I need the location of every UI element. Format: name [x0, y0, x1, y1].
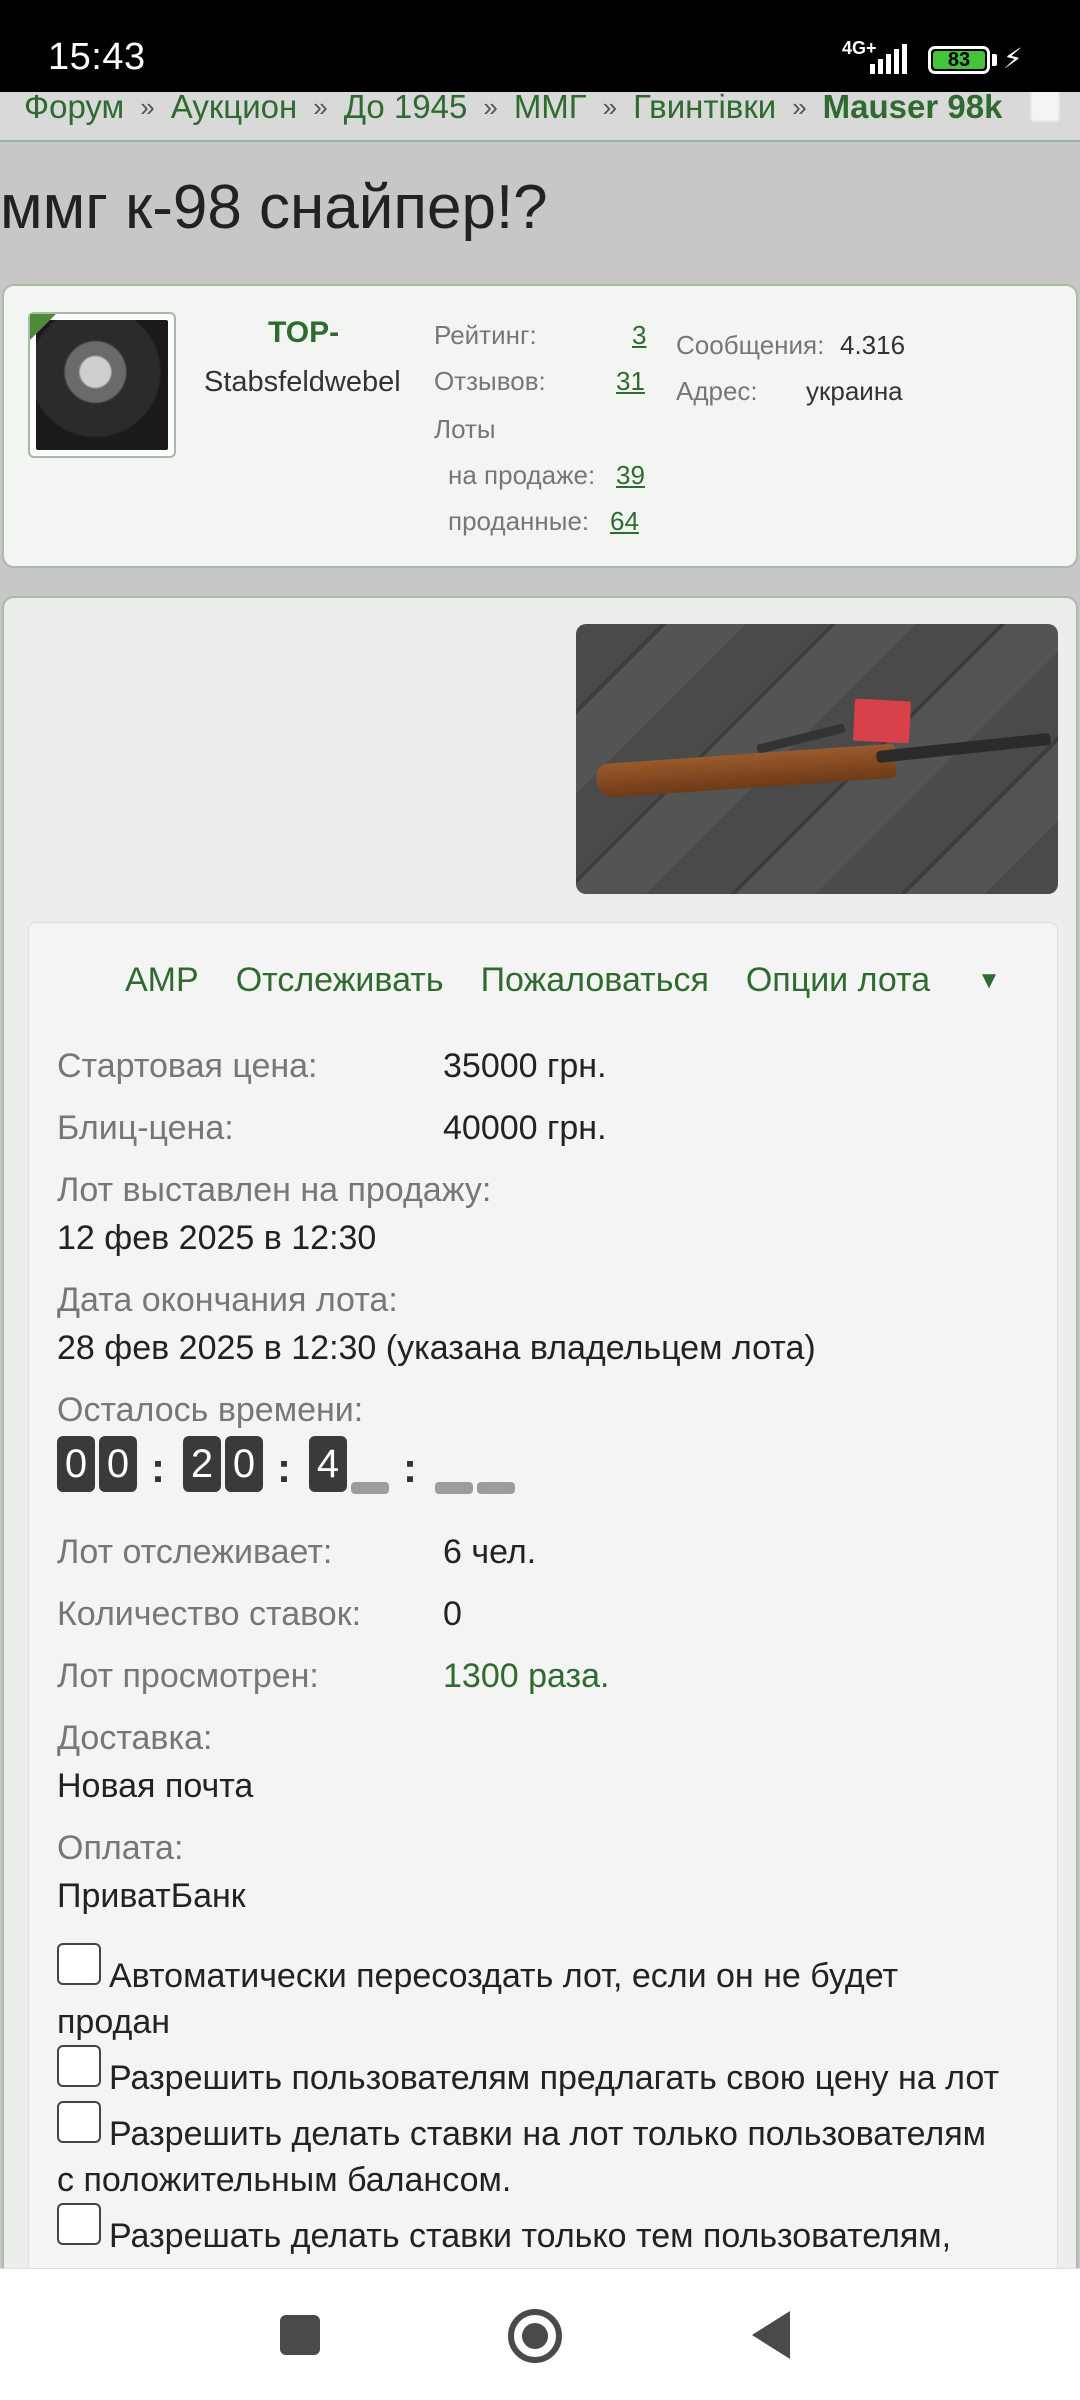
bids-label: Количество ставок: [57, 1595, 362, 1633]
views-value: 1300 раза. [443, 1657, 610, 1695]
breadcrumb-mmg[interactable]: ММГ [514, 92, 587, 126]
breadcrumb-forum[interactable]: Форум [24, 92, 124, 126]
battery-icon: 83 [928, 46, 990, 74]
breadcrumb: Форум » Аукцион » До 1945 » ММГ » Гвинті… [0, 92, 1080, 142]
blitz-price-value: 40000 грн. [443, 1109, 607, 1147]
clock: 15:43 [48, 36, 146, 78]
timer-digit-blank [477, 1482, 515, 1494]
messages-value: 4.316 [840, 330, 906, 360]
home-dot-icon [522, 2323, 548, 2349]
views-label: Лот просмотрен: [57, 1657, 319, 1695]
rating-value[interactable]: 3 [632, 320, 646, 351]
breadcrumb-separator: » [313, 92, 328, 122]
signal-icon [870, 44, 907, 74]
page-icon[interactable] [1030, 92, 1060, 122]
breadcrumb-separator: » [483, 92, 498, 122]
sold-label: проданные: [448, 506, 590, 536]
end-date-value: 28 фев 2025 в 12:30 (указана владельцем … [57, 1329, 816, 1367]
back-button[interactable] [752, 2311, 790, 2359]
reviews-label: Отзывов: [434, 366, 546, 396]
delivery-value: Новая почта [57, 1767, 254, 1805]
delivery-label: Доставка: [57, 1719, 213, 1757]
allow-offers-checkbox[interactable] [57, 2045, 101, 2087]
watchers-value: 6 чел. [443, 1533, 537, 1571]
end-date-label: Дата окончания лота: [57, 1281, 398, 1319]
allow-offers-label: Разрешить пользователям предлагать свою … [109, 2059, 1000, 2097]
lots-label: Лоты [434, 414, 496, 444]
positive-balance-label: Разрешить делать ставки на лот только по… [109, 2115, 987, 2153]
listed-label: Лот выставлен на продажу: [57, 1171, 492, 1209]
seller-username[interactable]: TOP- [268, 316, 339, 350]
lot-card: AMP Отслеживать Пожаловаться Опции лота ▼… [2, 596, 1078, 2400]
seller-rank: Stabsfeldwebel [204, 366, 401, 398]
lot-actions: AMP Отслеживать Пожаловаться Опции лота ▼ [125, 961, 1075, 1000]
timer-colon: : [277, 1444, 291, 1491]
lot-photo[interactable] [576, 624, 1058, 894]
breadcrumb-separator: » [602, 92, 618, 122]
messages-label: Сообщения: [676, 330, 825, 360]
restrict-bidders-label: Разрешать делать ставки только тем польз… [109, 2217, 952, 2255]
positive-balance-checkbox[interactable] [57, 2101, 101, 2143]
address-value: украина [806, 376, 903, 406]
breadcrumb-before-1945[interactable]: До 1945 [344, 92, 468, 126]
auto-relist-checkbox[interactable] [57, 1943, 101, 1985]
rating-label: Рейтинг: [434, 320, 537, 350]
auto-relist-label-cont: продан [57, 2003, 171, 2041]
on-sale-label: на продаже: [448, 460, 596, 490]
timer-colon: : [403, 1444, 417, 1491]
timer-digit: 2 [183, 1436, 221, 1492]
timer-colon: : [151, 1444, 165, 1491]
timer-digit: 4 [309, 1436, 347, 1492]
breadcrumb-separator: » [140, 92, 155, 122]
timer-digit: 0 [57, 1436, 95, 1492]
amp-link[interactable]: AMP [125, 961, 199, 1000]
listed-value: 12 фев 2025 в 12:30 [57, 1219, 377, 1257]
positive-balance-label-cont: с положительным балансом. [57, 2161, 512, 2199]
payment-label: Оплата: [57, 1829, 184, 1867]
breadcrumb-rifles[interactable]: Гвинтівки [633, 92, 776, 126]
start-price-value: 35000 грн. [443, 1047, 607, 1085]
restrict-bidders-checkbox[interactable] [57, 2203, 101, 2245]
payment-value: ПриватБанк [57, 1877, 246, 1915]
charging-icon: ⚡ [1003, 43, 1023, 74]
price-tag-shape [852, 698, 912, 744]
chevron-down-icon: ▼ [977, 967, 1001, 994]
sold-value[interactable]: 64 [610, 506, 639, 537]
address-label: Адрес: [676, 376, 758, 406]
lot-options-label: Опции лота [745, 961, 931, 999]
online-indicator [30, 314, 56, 340]
breadcrumb-auction[interactable]: Аукцион [171, 92, 298, 126]
reviews-value[interactable]: 31 [616, 366, 645, 397]
lot-options-dropdown[interactable]: Опции лота ▼ [746, 961, 1038, 1000]
breadcrumb-separator: » [792, 92, 807, 122]
timer-digit: 0 [99, 1436, 137, 1492]
watchers-label: Лот отслеживает: [57, 1533, 333, 1571]
auto-relist-label: Автоматически пересоздать лот, если он н… [109, 1957, 899, 1995]
avatar[interactable] [28, 312, 176, 458]
timer-digit: 0 [225, 1436, 263, 1492]
lot-details-panel: AMP Отслеживать Пожаловаться Опции лота ▼… [28, 922, 1058, 2400]
battery-tip [992, 54, 997, 66]
time-remaining-label: Осталось времени: [57, 1391, 364, 1429]
status-bar: 15:43 4G+ 83 ⚡ [0, 0, 1080, 92]
on-sale-value[interactable]: 39 [616, 460, 645, 491]
bids-value: 0 [443, 1595, 462, 1633]
recent-apps-button[interactable] [280, 2315, 320, 2355]
timer-digit-blank [351, 1482, 389, 1494]
report-link[interactable]: Пожаловаться [481, 961, 709, 1000]
rifle-stock-shape [595, 743, 897, 799]
timer-digit-blank [435, 1482, 473, 1494]
start-price-label: Стартовая цена: [57, 1047, 318, 1085]
seller-card: TOP- Stabsfeldwebel Рейтинг: 3 Отзывов: … [2, 284, 1078, 568]
system-nav-bar [0, 2268, 1080, 2400]
blitz-price-label: Блиц-цена: [57, 1109, 234, 1147]
home-button[interactable] [508, 2309, 562, 2363]
page-title: ммг к-98 снайпер!? [0, 173, 548, 242]
watch-link[interactable]: Отслеживать [236, 961, 444, 1000]
breadcrumb-current[interactable]: Mauser 98k [823, 92, 1003, 126]
battery-level: 83 [933, 49, 985, 71]
